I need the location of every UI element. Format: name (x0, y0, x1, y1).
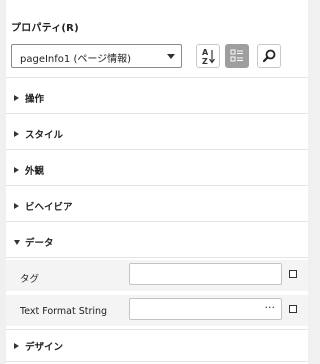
expand-arrow-icon (14, 131, 19, 137)
panel-title: プロパティ(R) (11, 23, 79, 34)
divider (6, 185, 308, 186)
property-label: タグ (20, 274, 40, 285)
category-behavior[interactable]: ビヘイビア (14, 199, 73, 213)
panel-right-margin (308, 0, 315, 364)
category-label: 操作 (25, 94, 45, 105)
expand-arrow-icon (14, 167, 19, 173)
expand-arrow-icon (14, 95, 19, 101)
svg-text:A: A (202, 48, 209, 57)
expand-arrow-icon (14, 343, 19, 349)
divider (6, 77, 308, 78)
divider (6, 221, 308, 222)
divider (6, 361, 308, 362)
category-operation[interactable]: 操作 (14, 91, 44, 105)
ellipsis-button[interactable]: ··· (265, 301, 276, 314)
divider (6, 329, 308, 330)
category-label: 外観 (25, 166, 45, 177)
collapse-arrow-icon (14, 240, 20, 245)
category-label: デザイン (25, 342, 64, 353)
tag-value-input[interactable] (129, 263, 282, 285)
divider (6, 257, 308, 258)
property-row-text-format-string: Text Format String ··· (6, 295, 308, 326)
divider (6, 149, 308, 150)
property-label: Text Format String (20, 306, 108, 317)
chevron-down-icon (167, 54, 175, 59)
search-icon (262, 49, 276, 63)
svg-text:Z: Z (202, 57, 208, 66)
category-data[interactable]: データ (14, 235, 54, 249)
category-label: データ (25, 238, 54, 249)
property-checkbox[interactable] (289, 270, 297, 278)
property-row-tag: タグ (6, 260, 308, 291)
search-button[interactable] (257, 44, 281, 68)
categorized-view-button[interactable] (225, 44, 249, 68)
sort-alphabetical-icon: A Z (202, 48, 215, 66)
category-label: ビヘイビア (25, 202, 73, 213)
category-appearance[interactable]: 外観 (14, 163, 44, 177)
category-style[interactable]: スタイル (14, 127, 63, 141)
divider (6, 113, 308, 114)
category-design[interactable]: デザイン (14, 339, 63, 353)
expand-arrow-icon (14, 203, 19, 209)
property-checkbox[interactable] (289, 305, 297, 313)
text-format-string-input[interactable]: ··· (129, 298, 282, 320)
categorized-view-icon (230, 49, 243, 62)
object-selector-dropdown[interactable]: pageInfo1 (ページ情報) (11, 44, 182, 68)
object-selector-value: pageInfo1 (ページ情報) (20, 54, 132, 65)
category-label: スタイル (25, 130, 64, 141)
sort-alphabetical-button[interactable]: A Z (196, 44, 220, 68)
